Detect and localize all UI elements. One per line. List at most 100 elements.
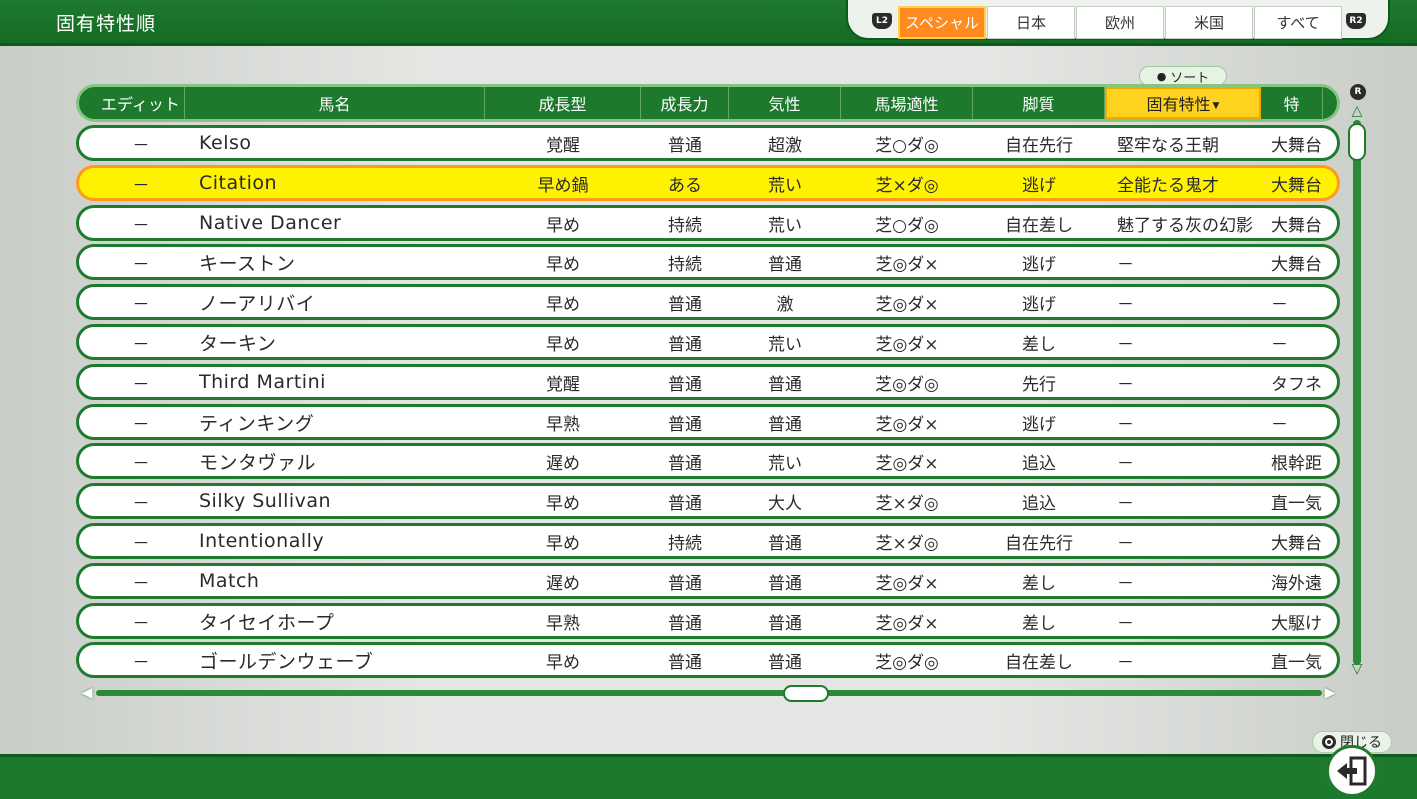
table-row[interactable]: － Native Dancer 早め 持続 荒い 芝○ダ◎ 自在差し 魅了する灰の幻影 大舞台: [76, 205, 1340, 241]
scroll-down-icon[interactable]: ▽: [1349, 662, 1365, 676]
table-row[interactable]: － ノーアリバイ 早め 普通 激 芝◎ダ× 逃げ － －: [76, 284, 1340, 320]
cell-unique-trait: 堅牢なる王朝: [1117, 135, 1219, 156]
table-row[interactable]: － Silky Sullivan 早め 普通 大人 芝×ダ◎ 追込 － 直一気: [76, 483, 1340, 519]
cell-growth-power: 普通: [668, 652, 702, 673]
tab-0[interactable]: スペシャル: [898, 6, 986, 39]
cell-surface-aptitude: 芝◎ダ×: [875, 294, 939, 315]
header-label: 固有特性: [1146, 95, 1211, 114]
cell-growth-type: 早熟: [546, 613, 580, 634]
exit-door-icon: [1337, 756, 1367, 786]
cell-special: 大舞台: [1271, 135, 1322, 156]
header-cell-5[interactable]: 馬場適性: [841, 87, 973, 119]
table-row[interactable]: － モンタヴァル 遅め 普通 荒い 芝◎ダ× 追込 － 根幹距: [76, 443, 1340, 479]
cell-growth-power: 持続: [668, 215, 702, 236]
table-row[interactable]: － Match 遅め 普通 普通 芝◎ダ× 差し － 海外遠: [76, 563, 1340, 599]
table-row[interactable]: － Kelso 覚醒 普通 超激 芝○ダ◎ 自在先行 堅牢なる王朝 大舞台: [76, 125, 1340, 161]
cell-special: 大舞台: [1271, 254, 1322, 275]
cell-running-style: 逃げ: [1022, 294, 1056, 315]
cell-running-style: 差し: [1022, 613, 1056, 634]
table-row[interactable]: － Third Martini 覚醒 普通 普通 芝◎ダ◎ 先行 － タフネ: [76, 364, 1340, 400]
sort-hint[interactable]: ● ソート: [1139, 66, 1227, 86]
cell-unique-trait: －: [1117, 613, 1134, 634]
cell-unique-trait: －: [1117, 493, 1134, 514]
cell-running-style: 逃げ: [1022, 414, 1056, 435]
cell-unique-trait: －: [1117, 573, 1134, 594]
header-cell-1[interactable]: 馬名: [185, 87, 485, 119]
cell-unique-trait: 全能たる鬼才: [1117, 175, 1219, 196]
header-label: 馬場適性: [874, 95, 939, 114]
cell-growth-power: 普通: [668, 414, 702, 435]
cell-unique-trait: －: [1117, 374, 1134, 395]
header-cell-0[interactable]: エディット: [97, 87, 185, 119]
cell-special: 大駆け: [1271, 613, 1322, 634]
cell-growth-power: 持続: [668, 254, 702, 275]
header-cell-4[interactable]: 気性: [729, 87, 841, 119]
table-row[interactable]: － キーストン 早め 持続 普通 芝◎ダ× 逃げ － 大舞台: [76, 244, 1340, 280]
cell-temperament: 超激: [768, 135, 802, 156]
tab-2[interactable]: 欧州: [1076, 6, 1164, 39]
table-row[interactable]: － ティンキング 早熟 普通 普通 芝◎ダ× 逃げ － －: [76, 404, 1340, 440]
cell-temperament: 荒い: [768, 453, 802, 474]
cell-surface-aptitude: 芝○ダ◎: [875, 135, 939, 156]
cell-unique-trait: －: [1117, 533, 1134, 554]
cell-running-style: 逃げ: [1022, 254, 1056, 275]
cell-running-style: 先行: [1022, 374, 1056, 395]
header-label: 脚質: [1022, 95, 1055, 114]
cell-edit: －: [132, 215, 150, 236]
horizontal-scroll-thumb[interactable]: [783, 685, 829, 702]
header-cell-8[interactable]: 特: [1261, 87, 1323, 119]
cell-special: －: [1271, 294, 1288, 315]
table-row[interactable]: － タイセイホープ 早熟 普通 普通 芝◎ダ× 差し － 大駆け: [76, 603, 1340, 639]
cell-running-style: 逃げ: [1022, 175, 1056, 196]
cell-horse-name: ゴールデンウェーブ: [199, 650, 374, 673]
table-row[interactable]: － Citation 早め鍋 ある 荒い 芝×ダ◎ 逃げ 全能たる鬼才 大舞台: [76, 165, 1340, 201]
header-cell-3[interactable]: 成長力: [641, 87, 729, 119]
cell-surface-aptitude: 芝◎ダ×: [875, 334, 939, 355]
header-label: 成長型: [538, 95, 587, 114]
cell-temperament: 普通: [768, 573, 802, 594]
header-cell-2[interactable]: 成長型: [485, 87, 641, 119]
cell-surface-aptitude: 芝◎ダ×: [875, 414, 939, 435]
cell-growth-type: 早熟: [546, 414, 580, 435]
scroll-left-icon[interactable]: ◀: [80, 685, 94, 701]
header-cell-6[interactable]: 脚質: [973, 87, 1105, 119]
l2-button-icon[interactable]: L2: [872, 13, 892, 29]
scroll-up-icon[interactable]: △: [1349, 104, 1365, 118]
scroll-right-icon[interactable]: ▶: [1323, 685, 1337, 701]
page-title: 固有特性順: [56, 13, 157, 35]
horizontal-scrollbar[interactable]: [96, 690, 1322, 696]
cell-growth-type: 覚醒: [546, 135, 580, 156]
table-row[interactable]: － ゴールデンウェーブ 早め 普通 普通 芝◎ダ◎ 自在差し － 直一気: [76, 642, 1340, 678]
cell-temperament: 普通: [768, 533, 802, 554]
vertical-scroll-thumb[interactable]: [1348, 123, 1366, 161]
tab-3[interactable]: 米国: [1165, 6, 1253, 39]
stick-icon: ●: [1156, 69, 1167, 83]
cell-growth-type: 早め: [546, 652, 580, 673]
header-cell-7[interactable]: 固有特性 ▼: [1105, 87, 1261, 119]
cell-horse-name: ティンキング: [199, 412, 315, 435]
tab-4[interactable]: すべて: [1254, 6, 1342, 39]
r2-button-icon[interactable]: R2: [1346, 13, 1366, 29]
cell-unique-trait: 魅了する灰の幻影: [1117, 215, 1253, 236]
cell-horse-name: Citation: [199, 172, 278, 194]
cell-growth-type: 早め: [546, 334, 580, 355]
cell-special: 直一気: [1271, 493, 1322, 514]
header-label: エディット: [101, 95, 180, 114]
cell-temperament: 激: [776, 294, 794, 315]
cell-temperament: 荒い: [768, 334, 802, 355]
header-label: 馬名: [318, 95, 351, 114]
cell-horse-name: Kelso: [199, 132, 252, 154]
bottom-bar: [0, 754, 1417, 799]
close-button[interactable]: [1326, 745, 1378, 797]
tab-1[interactable]: 日本: [987, 6, 1075, 39]
cell-temperament: 普通: [768, 652, 802, 673]
cell-edit: －: [132, 254, 150, 275]
cell-special: 海外遠: [1271, 573, 1322, 594]
cell-surface-aptitude: 芝×ダ◎: [875, 493, 939, 514]
vertical-scrollbar[interactable]: [1353, 120, 1361, 665]
table-row[interactable]: － ターキン 早め 普通 荒い 芝◎ダ× 差し － －: [76, 324, 1340, 360]
cell-edit: －: [132, 334, 150, 355]
cell-unique-trait: －: [1117, 294, 1134, 315]
cell-surface-aptitude: 芝◎ダ◎: [875, 652, 939, 673]
table-row[interactable]: － Intentionally 早め 持続 普通 芝×ダ◎ 自在先行 － 大舞台: [76, 523, 1340, 559]
